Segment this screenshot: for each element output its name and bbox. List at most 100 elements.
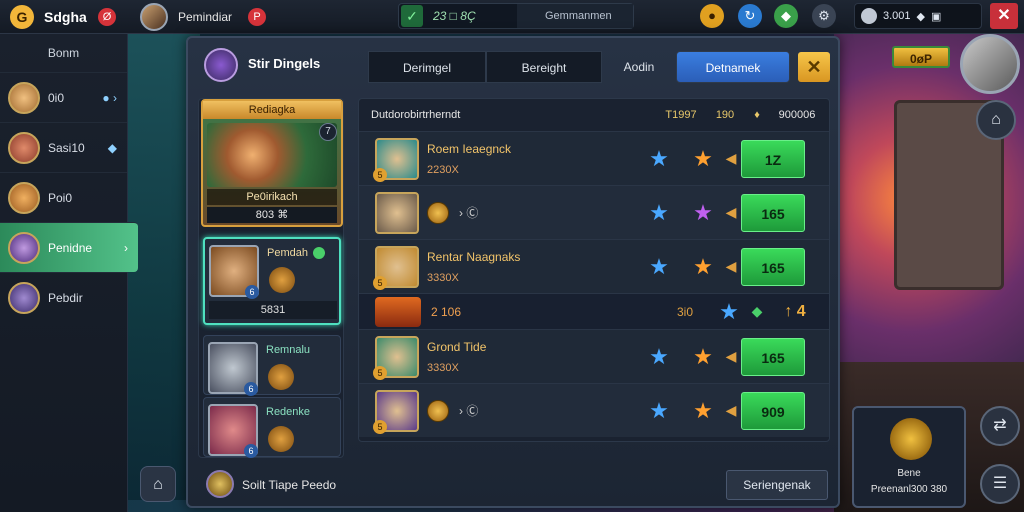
player-avatar[interactable] bbox=[140, 3, 168, 31]
top-bar: G Sdgha Ø Pemindiar P ✓ 23 □ 8Ç Gemmanme… bbox=[0, 0, 1024, 34]
row-text: Rentar Naagnaks 3330X bbox=[427, 250, 637, 284]
score-button[interactable]: 1Z bbox=[741, 139, 805, 178]
table-row[interactable]: › Ⓒ ★ ★ ◀ 165 bbox=[359, 185, 829, 239]
featured-hero-score: 803 ⌘ bbox=[207, 207, 337, 223]
sidebar-avatar bbox=[8, 181, 40, 214]
column-header-3: ♦ bbox=[754, 109, 760, 121]
row-avatar: 5 bbox=[373, 335, 419, 380]
player-badge[interactable]: P bbox=[248, 8, 266, 26]
row-level: 5 bbox=[373, 365, 387, 380]
refresh-icon[interactable]: ↻ bbox=[738, 4, 762, 28]
tab-bar: Derimgel Bereight Aodin Detnamek bbox=[368, 51, 790, 83]
featured-hero-name: Pe0irikach bbox=[207, 189, 337, 205]
gem-icon[interactable]: ◆ bbox=[774, 4, 798, 28]
sidebar-item-2[interactable]: Poi0 bbox=[0, 172, 127, 222]
row-name: Grond Tide bbox=[427, 339, 487, 354]
score-button[interactable]: 165 bbox=[741, 193, 805, 232]
star-icon: ★ bbox=[693, 253, 713, 279]
tab-aodin[interactable]: Aodin bbox=[602, 51, 676, 83]
score-button[interactable]: 909 bbox=[741, 391, 805, 430]
footer-text: Soilt Tiape Peedo bbox=[242, 478, 337, 492]
close-game-button[interactable]: ✕ bbox=[990, 3, 1018, 29]
row-trend: ↑ 4 bbox=[784, 302, 806, 320]
table-body: 5 Roem Ieaegnck 2230X ★ ★ ◀ 1Z › Ⓒ ★ ★ ◀ 165 5 Rentar… bbox=[359, 131, 829, 437]
sidebar-header: Bonm bbox=[47, 46, 80, 60]
chest-icon bbox=[375, 296, 421, 327]
inventory-button[interactable]: ⌂ bbox=[140, 466, 176, 502]
row-avatar bbox=[375, 191, 419, 234]
hud-player-avatar[interactable] bbox=[960, 34, 1020, 94]
featured-hero-card[interactable]: Rediagka 7 Pe0irikach 803 ⌘ bbox=[201, 99, 343, 227]
ticket-icon: ▣ bbox=[931, 10, 942, 23]
gold-coin-icon[interactable]: ● bbox=[700, 4, 724, 28]
app-title: Sdgha bbox=[44, 9, 87, 25]
hero-level-badge: 6 bbox=[245, 285, 259, 299]
sidebar-item-label: Sasi10 bbox=[48, 140, 85, 155]
currency-display[interactable]: 3.001 ◆ ▣ bbox=[854, 3, 982, 29]
row-coin-text: › Ⓒ bbox=[459, 404, 479, 418]
sidebar-avatar bbox=[8, 131, 40, 164]
search-placeholder[interactable]: Gemmanmen bbox=[517, 4, 633, 28]
tab-bereight[interactable]: Bereight bbox=[486, 51, 602, 83]
helmet-item-icon bbox=[268, 364, 294, 390]
sidebar-item-4[interactable]: Pebdir bbox=[0, 272, 127, 322]
featured-hero-art bbox=[207, 123, 337, 187]
row-sub: 2230X bbox=[427, 163, 459, 176]
dialog-emblem-icon bbox=[204, 48, 238, 82]
column-header-name: Dutdorobirtrherndt bbox=[371, 109, 461, 121]
row-avatar: 5 bbox=[373, 137, 419, 182]
player-name: Pemindiar bbox=[178, 10, 233, 24]
search-field[interactable]: ✓ 23 □ 8Ç Gemmanmen bbox=[398, 3, 634, 29]
star-icon: ★ bbox=[649, 199, 669, 225]
hero-card-2[interactable]: 6 Redenke bbox=[203, 397, 341, 458]
notification-badge[interactable]: Ø bbox=[98, 8, 116, 26]
hud-tag-badge[interactable]: 0øP bbox=[892, 46, 950, 68]
settings-gear-icon[interactable]: ⚙ bbox=[812, 4, 836, 28]
main-dialog: Stir Dingels Derimgel Bereight Aodin Det… bbox=[186, 36, 840, 508]
quest-emblem-icon bbox=[890, 418, 932, 460]
table-row[interactable]: 5 › Ⓒ ★ ★ ◀ 909 bbox=[359, 383, 829, 437]
sidebar-item-label: Pebdir bbox=[48, 290, 83, 305]
hero-card-1[interactable]: 6 Remnalu bbox=[203, 335, 341, 396]
sidebar-item-label: Penidne bbox=[48, 240, 93, 255]
hud-swap-icon[interactable]: ⇄ bbox=[980, 406, 1020, 446]
hero-power-bar: 5831 bbox=[209, 301, 337, 319]
sidebar-item-0[interactable]: 0i0 ● › bbox=[0, 72, 127, 122]
sidebar-item-extra: ◆ bbox=[107, 140, 117, 155]
quest-title: Bene bbox=[897, 468, 921, 479]
tab-derimgel[interactable]: Derimgel bbox=[368, 51, 486, 83]
sidebar-item-label: 0i0 bbox=[48, 90, 65, 105]
row-sub: 3330X bbox=[427, 361, 459, 374]
dialog-close-button[interactable]: ✕ bbox=[798, 52, 830, 82]
dialog-title: Stir Dingels bbox=[248, 56, 321, 71]
row-coins: › Ⓒ bbox=[427, 201, 637, 224]
table-row[interactable]: 5 Grond Tide 3330X ★ ★ ◀ 165 bbox=[359, 329, 829, 383]
tab-detnamek[interactable]: Detnamek bbox=[676, 51, 790, 83]
footer-action-button[interactable]: Seriengenak bbox=[726, 470, 828, 500]
score-button[interactable]: 165 bbox=[741, 247, 805, 286]
bullet-icon: ◀ bbox=[725, 348, 737, 364]
hud-camera-icon[interactable]: ⌂ bbox=[976, 100, 1016, 140]
search-value[interactable]: 23 □ 8Ç bbox=[433, 9, 517, 23]
hud-menu-icon[interactable]: ☰ bbox=[980, 464, 1020, 504]
table-row[interactable]: 5 Rentar Naagnaks 3330X ★ ★ ◀ 165 bbox=[359, 239, 829, 293]
sidebar-item-3[interactable]: Penidne › bbox=[0, 222, 138, 272]
score-button[interactable]: 165 bbox=[741, 337, 805, 376]
sidebar-item-label: Poi0 bbox=[48, 190, 73, 205]
sidebar-item-1[interactable]: Sasi10 ◆ bbox=[0, 122, 127, 172]
table-row[interactable]: 2 106 3i0 ★ ◆ ↑ 4 bbox=[359, 293, 829, 329]
table-row[interactable]: 5 Roem Ieaegnck 2230X ★ ★ ◀ 1Z bbox=[359, 131, 829, 185]
hud-quest-panel[interactable]: Bene Preenanl300 380 bbox=[852, 406, 966, 508]
row-value: 2 106 bbox=[431, 304, 462, 319]
bullet-icon: ◀ bbox=[725, 204, 737, 220]
sidebar-item-extra: › bbox=[124, 240, 128, 255]
row-number: 3i0 bbox=[676, 304, 693, 319]
hero-card-0[interactable]: 6 Pemdah 5831 bbox=[203, 237, 341, 325]
star-icon: ★ bbox=[649, 343, 669, 369]
star-icon: ★ bbox=[719, 298, 739, 324]
quest-progress: Preenanl300 380 bbox=[870, 484, 948, 495]
row-avatar: 5 bbox=[373, 245, 419, 290]
hero-name: Redenke bbox=[266, 406, 311, 418]
star-icon: ★ bbox=[693, 145, 713, 171]
game-logo-icon[interactable]: G bbox=[10, 5, 34, 29]
